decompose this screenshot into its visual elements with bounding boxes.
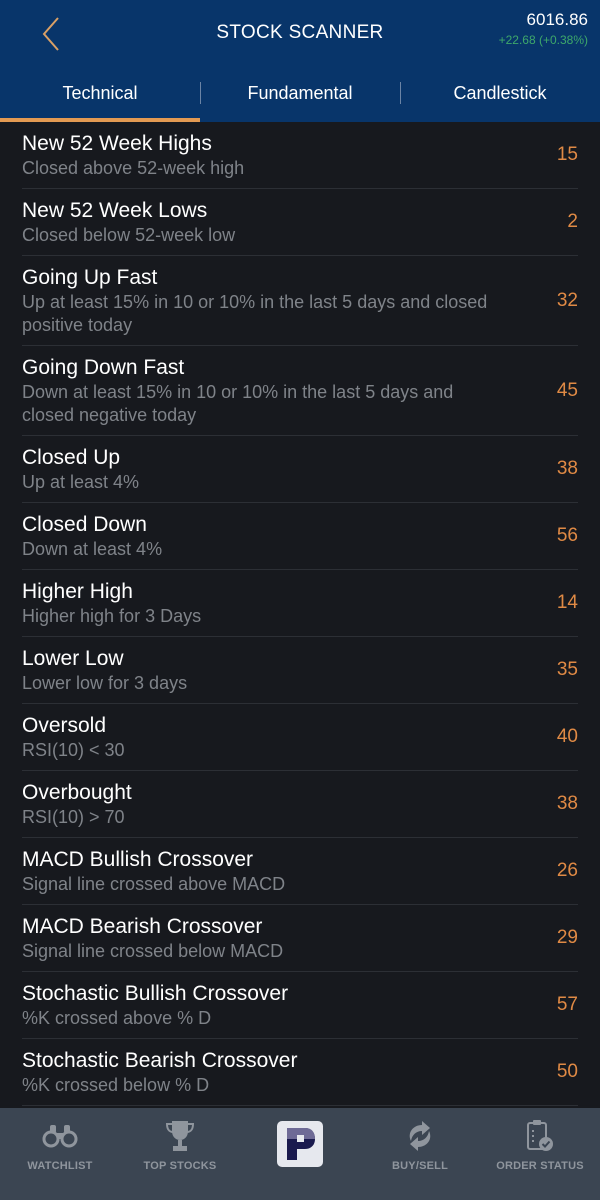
- tabbar-home-logo[interactable]: [240, 1108, 360, 1200]
- scan-row-stochastic-bearish-crossover[interactable]: Stochastic Bearish Crossover %K crossed …: [22, 1039, 578, 1106]
- scan-title: MACD Bearish Crossover: [22, 915, 263, 938]
- scan-title: Overbought: [22, 781, 132, 804]
- scan-count: 15: [556, 144, 578, 165]
- scan-title: New 52 Week Highs: [22, 132, 212, 155]
- scan-description: Down at least 4%: [22, 539, 163, 559]
- scan-count: 29: [556, 927, 578, 948]
- scan-title: Closed Down: [22, 513, 147, 536]
- scan-description: Up at least 15% in 10 or 10% in the last…: [22, 292, 488, 335]
- scan-description: RSI(10) > 70: [22, 807, 125, 827]
- scan-row-higher-high[interactable]: Higher High Higher high for 3 Days 14: [22, 570, 578, 637]
- scan-title: New 52 Week Lows: [22, 199, 208, 222]
- scan-count: 2: [567, 211, 578, 232]
- scan-title: Stochastic Bearish Crossover: [22, 1049, 298, 1072]
- binoculars-icon: [40, 1118, 80, 1154]
- scan-row-stochastic-bullish-crossover[interactable]: Stochastic Bullish Crossover %K crossed …: [22, 972, 578, 1039]
- scan-count: 14: [556, 592, 578, 613]
- scan-count: 38: [556, 793, 578, 814]
- scan-list[interactable]: New 52 Week Highs Closed above 52-week h…: [0, 122, 600, 1108]
- scan-description: %K crossed above % D: [22, 1008, 212, 1028]
- scan-count: 40: [556, 726, 578, 747]
- scan-count: 56: [556, 525, 578, 546]
- index-change: +22.68 (+0.38%): [498, 33, 588, 47]
- tab-divider: [400, 82, 401, 104]
- tab-fundamental[interactable]: Fundamental: [200, 72, 400, 122]
- scan-description: Signal line crossed below MACD: [22, 941, 284, 961]
- tab-divider: [200, 82, 201, 104]
- tabbar-label: WATCHLIST: [27, 1160, 93, 1172]
- scan-title: Higher High: [22, 580, 133, 603]
- scan-title: MACD Bullish Crossover: [22, 848, 254, 871]
- tabbar-watchlist[interactable]: WATCHLIST: [0, 1108, 120, 1200]
- scan-title: Closed Up: [22, 446, 121, 469]
- scan-row-new-52-week-lows[interactable]: New 52 Week Lows Closed below 52-week lo…: [22, 189, 578, 256]
- scan-count: 35: [556, 659, 578, 680]
- scan-description: RSI(10) < 30: [22, 740, 125, 760]
- scan-description: Signal line crossed above MACD: [22, 874, 286, 894]
- scan-count: 50: [556, 1061, 578, 1082]
- tabbar-label: ORDER STATUS: [496, 1160, 584, 1172]
- scan-row-overbought[interactable]: Overbought RSI(10) > 70 38: [22, 771, 578, 838]
- scan-row-closed-down[interactable]: Closed Down Down at least 4% 56: [22, 503, 578, 570]
- app-header: STOCK SCANNER 6016.86 +22.68 (+0.38%) Te…: [0, 0, 600, 122]
- scan-description: Closed below 52-week low: [22, 225, 236, 245]
- tabbar-label: BUY/SELL: [392, 1160, 448, 1172]
- scan-title: Going Down Fast: [22, 356, 185, 379]
- scanner-tabs: Technical Fundamental Candlestick: [0, 72, 600, 122]
- scan-row-macd-bearish-crossover[interactable]: MACD Bearish Crossover Signal line cross…: [22, 905, 578, 972]
- scan-description: Higher high for 3 Days: [22, 606, 202, 626]
- index-value: 6016.86: [526, 10, 588, 29]
- scan-title: Lower Low: [22, 647, 124, 670]
- scan-description: %K crossed below % D: [22, 1075, 210, 1095]
- scan-row-new-52-week-highs[interactable]: New 52 Week Highs Closed above 52-week h…: [22, 122, 578, 189]
- scan-row-going-down-fast[interactable]: Going Down Fast Down at least 15% in 10 …: [22, 346, 578, 436]
- index-quote: 6016.86 +22.68 (+0.38%): [499, 10, 588, 47]
- scan-description: Down at least 15% in 10 or 10% in the la…: [22, 382, 454, 425]
- scan-row-closed-up[interactable]: Closed Up Up at least 4% 38: [22, 436, 578, 503]
- scan-title: Going Up Fast: [22, 266, 158, 289]
- scan-row-macd-bullish-crossover[interactable]: MACD Bullish Crossover Signal line cross…: [22, 838, 578, 905]
- scan-description: Up at least 4%: [22, 472, 140, 492]
- scan-count: 38: [556, 458, 578, 479]
- scan-row-lower-low[interactable]: Lower Low Lower low for 3 days 35: [22, 637, 578, 704]
- scan-count: 57: [556, 994, 578, 1015]
- tabbar-label: TOP STOCKS: [143, 1160, 217, 1172]
- app-logo-icon: [277, 1121, 323, 1167]
- tab-technical[interactable]: Technical: [0, 72, 200, 122]
- tabbar-order-status[interactable]: ORDER STATUS: [480, 1108, 600, 1200]
- scan-description: Lower low for 3 days: [22, 673, 188, 693]
- bottom-tab-bar: WATCHLIST TOP STOCKS BUY/SELL ORDER STAT…: [0, 1108, 600, 1200]
- clipboard-check-icon: [520, 1118, 560, 1154]
- tabbar-top-stocks[interactable]: TOP STOCKS: [120, 1108, 240, 1200]
- scan-count: 32: [556, 289, 578, 311]
- scan-row-oversold[interactable]: Oversold RSI(10) < 30 40: [22, 704, 578, 771]
- scan-description: Closed above 52-week high: [22, 158, 245, 178]
- scan-count: 45: [556, 379, 578, 401]
- scan-title: Oversold: [22, 714, 107, 737]
- scan-row-going-up-fast[interactable]: Going Up Fast Up at least 15% in 10 or 1…: [22, 256, 578, 346]
- tab-candlestick[interactable]: Candlestick: [400, 72, 600, 122]
- buy-sell-arrows-icon: [400, 1118, 440, 1154]
- tabbar-buy-sell[interactable]: BUY/SELL: [360, 1108, 480, 1200]
- trophy-icon: [160, 1118, 200, 1154]
- scan-title: Stochastic Bullish Crossover: [22, 982, 289, 1005]
- scan-count: 26: [556, 860, 578, 881]
